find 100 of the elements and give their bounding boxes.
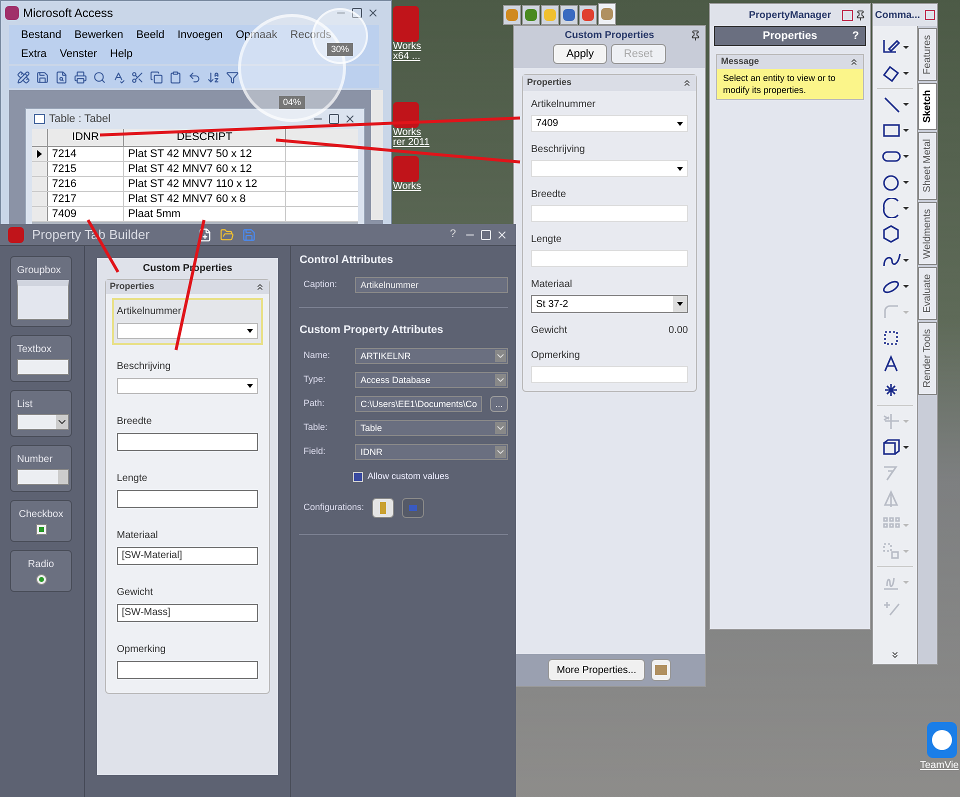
menu-item[interactable]: Bewerken	[74, 27, 124, 44]
form-field[interactable]: Beschrijving	[112, 353, 264, 400]
dropdown-field[interactable]: ARTIKELNR	[355, 348, 508, 364]
magnifier-icon[interactable]	[93, 70, 106, 84]
config-list-button[interactable]	[372, 498, 394, 518]
design-icon[interactable]	[17, 70, 30, 84]
column-header[interactable]: DESCRIPT	[124, 129, 286, 146]
save-icon[interactable]	[36, 70, 49, 84]
dropdown-field[interactable]	[116, 323, 258, 339]
dropdown-field[interactable]: IDNR	[355, 444, 508, 460]
new-file-icon[interactable]	[198, 228, 212, 242]
vertical-tab[interactable]: Weldments	[918, 202, 937, 266]
form-field[interactable]: Lengte	[112, 465, 264, 514]
undo-icon[interactable]	[188, 70, 201, 84]
close-icon[interactable]	[344, 113, 356, 125]
close-icon[interactable]	[496, 228, 508, 240]
menu-item[interactable]: Invoegen	[177, 27, 223, 44]
field-label: Beschrijving	[531, 143, 586, 157]
desktop-icon-label[interactable]: rer 2011	[393, 138, 430, 148]
desktop-icon-label[interactable]: Works	[393, 42, 422, 52]
collapse-icon[interactable]	[682, 78, 692, 88]
copy-icon[interactable]	[150, 70, 163, 84]
field-label: Opmerking	[116, 643, 167, 657]
dropdown-field[interactable]: St 37-2	[531, 295, 688, 313]
desktop-icon-label[interactable]: TeamVie	[920, 758, 959, 773]
collapse-icon[interactable]	[255, 282, 266, 292]
form-field[interactable]: Gewicht [SW-Mass]	[112, 579, 264, 628]
pin-icon[interactable]	[855, 10, 866, 20]
browse-button[interactable]: ...	[490, 396, 508, 412]
input-field[interactable]: [SW-Mass]	[116, 604, 258, 622]
section-title: Custom Property Attributes	[299, 322, 444, 338]
column-header[interactable]: IDNR	[48, 129, 124, 146]
menu-item[interactable]: Extra	[21, 46, 47, 62]
form-field[interactable]: Materiaal [SW-Material]	[112, 522, 264, 571]
window-title: Microsoft Access	[23, 5, 114, 22]
pane-button[interactable]: Apply	[553, 44, 607, 64]
pane-tab[interactable]	[560, 5, 578, 25]
caret-icon	[903, 154, 909, 158]
input-field[interactable]: C:\Users\EE1\Documents\Co	[355, 396, 482, 412]
pane-tab[interactable]	[579, 5, 597, 25]
toolbox-item[interactable]: Groupbox	[10, 256, 72, 327]
dropdown-field[interactable]	[531, 160, 688, 177]
vertical-tab[interactable]: Sheet Metal	[918, 132, 937, 200]
input-field[interactable]: Artikelnummer	[355, 276, 508, 292]
form-field[interactable]: Breedte	[112, 408, 264, 457]
collapse-icon[interactable]	[849, 57, 859, 67]
caret-icon	[677, 122, 683, 126]
help-button[interactable]: ?	[450, 226, 456, 243]
desktop-icon-label[interactable]: Works	[393, 128, 422, 138]
dimension-icon	[881, 63, 901, 83]
menu-item[interactable]: Opmaak	[236, 27, 278, 44]
input-field[interactable]	[116, 433, 258, 451]
dropdown-field[interactable]	[116, 378, 258, 394]
vertical-tab[interactable]: Features	[918, 28, 937, 82]
filter-icon[interactable]	[226, 70, 239, 84]
checkbox[interactable]	[353, 472, 364, 482]
printer-icon[interactable]	[74, 70, 87, 84]
input-field[interactable]: [SW-Material]	[116, 547, 258, 565]
more-icon[interactable]	[890, 650, 900, 660]
tool-button[interactable]	[881, 436, 909, 458]
maximize-icon[interactable]	[351, 7, 363, 19]
menu-item[interactable]: Beeld	[136, 27, 164, 44]
maximize-icon[interactable]	[328, 113, 340, 125]
dropdown-field[interactable]: Table	[355, 420, 508, 436]
help-button[interactable]: ?	[852, 28, 859, 44]
sort-icon[interactable]	[207, 70, 220, 84]
clipboard-icon[interactable]	[169, 70, 182, 84]
scissors-icon[interactable]	[131, 70, 144, 84]
close-icon[interactable]	[367, 7, 379, 19]
vertical-tab[interactable]: Evaluate	[918, 267, 937, 320]
field-value: 0.00	[668, 324, 688, 338]
menu-item[interactable]: Help	[110, 46, 133, 62]
menu-item[interactable]: Records	[290, 27, 332, 44]
more-properties-button[interactable]: More Properties...	[548, 659, 646, 681]
toolbox-item[interactable]: Checkbox	[10, 500, 72, 542]
spellcheck-icon[interactable]	[112, 70, 125, 84]
remote-app-icon[interactable]	[926, 722, 957, 758]
tool-button[interactable]	[881, 197, 909, 219]
file-search-icon[interactable]	[55, 70, 68, 84]
form-field[interactable]: Artikelnummer	[112, 298, 264, 345]
properties-icon-button[interactable]	[651, 659, 672, 681]
row-selector[interactable]	[32, 146, 48, 160]
vertical-tab[interactable]: Sketch	[918, 83, 937, 130]
dropdown-field[interactable]: 7409	[531, 115, 688, 132]
vertical-tab[interactable]: Render Tools	[918, 322, 937, 396]
desktop-icon-label[interactable]: x64 ...	[393, 52, 420, 62]
pin-icon[interactable]	[690, 30, 701, 40]
menu-item[interactable]: Venster	[60, 46, 97, 62]
form-field[interactable]: Opmerking	[112, 636, 264, 685]
toolbox-item[interactable]: Number	[10, 445, 72, 492]
pane-tab[interactable]	[598, 3, 616, 25]
pane-tab[interactable]	[522, 5, 540, 25]
menu-item[interactable]: Bestand	[21, 27, 62, 44]
input-field[interactable]	[116, 490, 258, 508]
input-field[interactable]	[116, 661, 258, 679]
toolbox-item[interactable]: List	[10, 390, 72, 437]
toolbox-item[interactable]: Textbox	[10, 335, 72, 382]
dropdown-field[interactable]: Access Database	[355, 372, 508, 388]
desktop-icon-label[interactable]: Works	[393, 182, 422, 192]
toolbox-item[interactable]: Radio	[10, 550, 72, 592]
